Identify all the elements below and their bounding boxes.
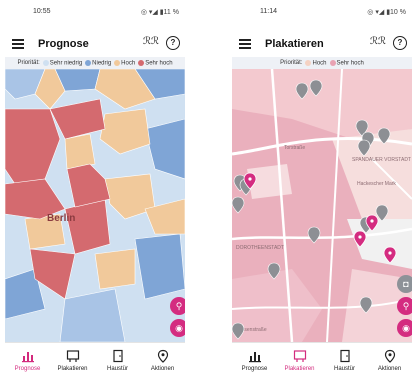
- chart-icon: [5, 346, 50, 366]
- app-bar: Prognose ℛℛ ?: [5, 26, 185, 58]
- door-icon: [322, 346, 367, 366]
- status-time: 10:55: [33, 8, 51, 15]
- search-button[interactable]: ⚲: [170, 297, 185, 315]
- legend-item-sehr-hoch: Sehr hoch: [138, 59, 173, 66]
- menu-icon[interactable]: [12, 39, 24, 49]
- bottom-tab-bar: Prognose Plakatieren Haustür Aktionen: [5, 342, 185, 378]
- legend-label: Priorität:: [17, 60, 40, 66]
- tab-label: Haustür: [333, 366, 355, 372]
- map-label: Torstraße: [284, 145, 305, 151]
- status-time: 11:14: [260, 8, 277, 15]
- tab-label: Aktionen: [377, 366, 402, 372]
- app-bar: Plakatieren ℛℛ ?: [232, 26, 412, 58]
- tab-aktionen[interactable]: Aktionen: [367, 346, 412, 372]
- map-label: Hackescher Mark: [357, 181, 396, 187]
- legend-label: Priorität:: [280, 60, 303, 66]
- tab-prognose[interactable]: Prognose: [5, 346, 50, 372]
- status-bar: 10:55 ◎ ▾◢ ▮11 %: [5, 0, 185, 26]
- tab-prognose[interactable]: Prognose: [232, 346, 277, 372]
- tab-haustuer[interactable]: Haustür: [95, 346, 140, 372]
- people-icon[interactable]: ℛℛ: [370, 36, 386, 47]
- tab-label: Haustür: [106, 366, 128, 372]
- map-label: DOROTHEENSTADT: [236, 245, 284, 251]
- poster-map[interactable]: SPANDAUER VORSTADT Hackescher Mark DOROT…: [232, 69, 412, 342]
- menu-icon[interactable]: [239, 39, 251, 49]
- tab-aktionen[interactable]: Aktionen: [140, 346, 185, 372]
- people-icon[interactable]: ℛℛ: [143, 36, 159, 47]
- tab-label: Prognose: [241, 366, 268, 372]
- door-icon: [95, 346, 140, 366]
- legend-item-hoch: Hoch: [114, 59, 135, 66]
- map-city-label: Berlin: [47, 213, 75, 224]
- tab-label: Plakatieren: [57, 366, 88, 372]
- plakatieren-screen: 11:14 ◎ ▾◢ ▮10 % Plakatieren ℛℛ ? Priori…: [232, 0, 412, 378]
- prognose-screen: 10:55 ◎ ▾◢ ▮11 % Prognose ℛℛ ? Priorität…: [5, 0, 185, 378]
- help-icon[interactable]: ?: [166, 36, 180, 50]
- search-button[interactable]: ⚲: [397, 297, 412, 315]
- tab-plakatieren[interactable]: Plakatieren: [277, 346, 322, 372]
- prognosis-map[interactable]: Berlin: [5, 69, 185, 342]
- status-icons: ◎ ▾◢ ▮11 %: [140, 9, 179, 16]
- tab-label: Aktionen: [150, 366, 175, 372]
- priority-legend: Priorität: Sehr niedrig Niedrig Hoch Seh…: [5, 57, 185, 69]
- map-label: SPANDAUER VORSTADT: [352, 157, 411, 163]
- tab-label: Prognose: [14, 366, 41, 372]
- tab-label: Plakatieren: [284, 366, 315, 372]
- tab-plakatieren[interactable]: Plakatieren: [50, 346, 95, 372]
- location-pin-icon: [140, 346, 185, 366]
- bottom-tab-bar: Prognose Plakatieren Haustür Aktionen: [232, 342, 412, 378]
- priority-legend: Priorität: Hoch Sehr hoch: [232, 57, 412, 69]
- legend-item-sehr-hoch: Sehr hoch: [329, 59, 364, 66]
- poster-icon: [277, 346, 322, 366]
- help-icon[interactable]: ?: [393, 36, 407, 50]
- legend-item-niedrig: Niedrig: [85, 59, 111, 66]
- broadcast-button[interactable]: ◉: [397, 319, 412, 337]
- chart-icon: [232, 346, 277, 366]
- status-icons: ◎ ▾◢ ▮10 %: [367, 9, 406, 16]
- page-title: Prognose: [38, 38, 89, 50]
- camera-button[interactable]: ◘: [397, 275, 412, 293]
- broadcast-button[interactable]: ◉: [170, 319, 185, 337]
- location-pin-icon: [367, 346, 412, 366]
- legend-item-hoch: Hoch: [305, 59, 327, 66]
- legend-item-sehr-niedrig: Sehr niedrig: [42, 59, 82, 66]
- tab-haustuer[interactable]: Haustür: [322, 346, 367, 372]
- page-title: Plakatieren: [265, 38, 324, 50]
- poster-icon: [50, 346, 95, 366]
- status-bar: 11:14 ◎ ▾◢ ▮10 %: [232, 0, 412, 26]
